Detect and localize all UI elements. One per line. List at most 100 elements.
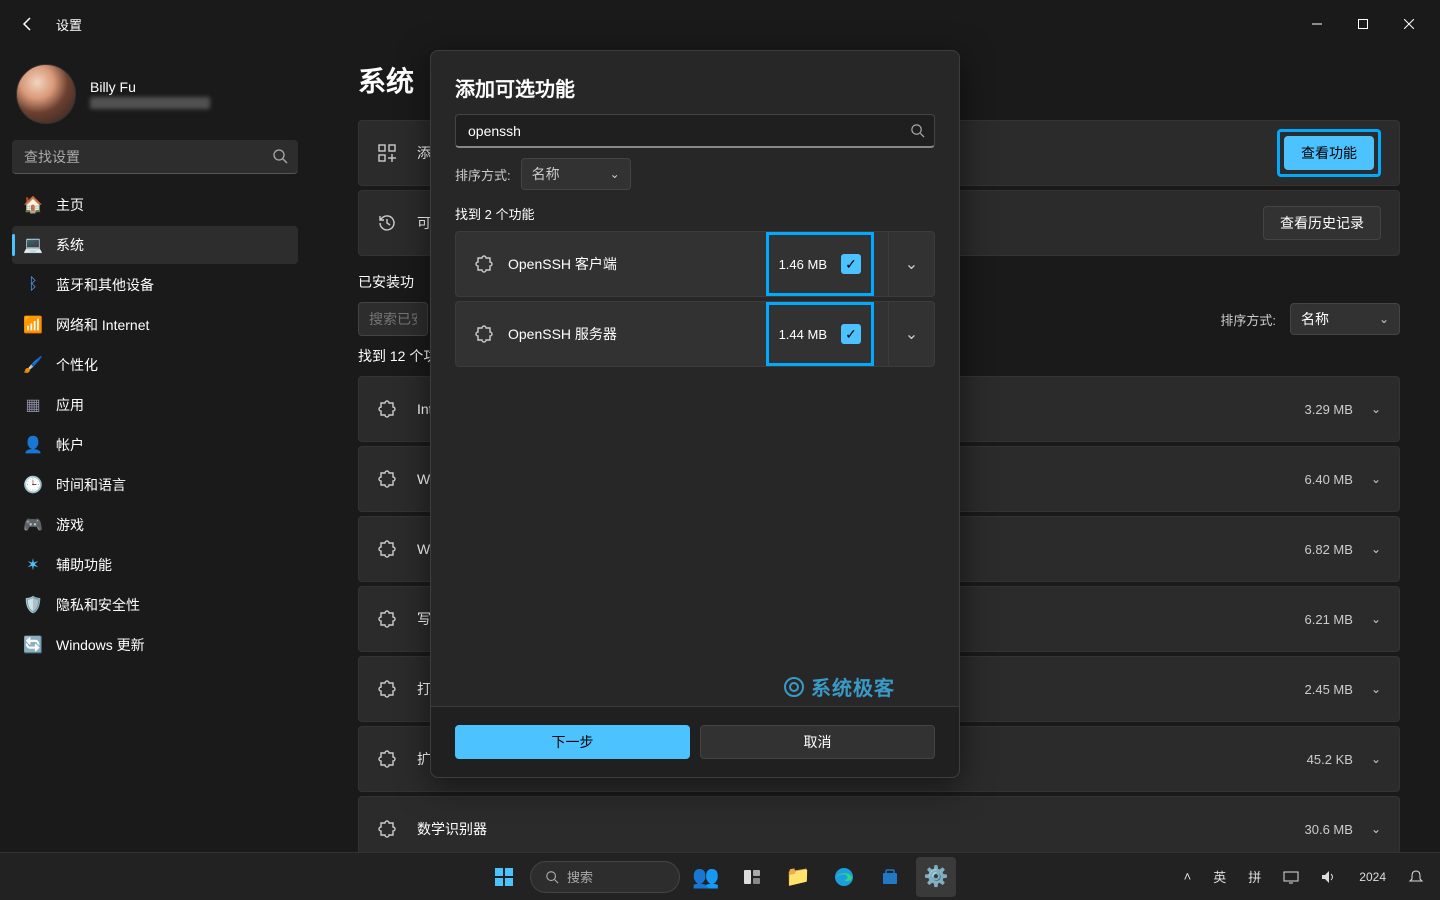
- sort-value: 名称: [1301, 309, 1329, 329]
- installed-feature-row[interactable]: 数学识别器 30.6 MB ⌄: [358, 796, 1400, 852]
- nav-item-应用[interactable]: ▦ 应用: [12, 386, 298, 424]
- chevron-down-icon: ⌄: [1371, 822, 1381, 836]
- nav-icon: 💻: [24, 236, 42, 254]
- minimize-button[interactable]: [1294, 8, 1340, 40]
- profile-email: [90, 97, 210, 109]
- cancel-button[interactable]: 取消: [700, 725, 935, 759]
- optional-feature-row[interactable]: OpenSSH 客户端 1.46 MB ✓ ⌄: [455, 231, 935, 297]
- network-icon[interactable]: [1277, 866, 1305, 888]
- view-history-button[interactable]: 查看历史记录: [1263, 206, 1381, 240]
- add-feature-label: 添: [417, 143, 431, 163]
- feature-name: 写: [417, 609, 431, 629]
- tray-chevron-icon[interactable]: ˄: [1178, 865, 1198, 888]
- nav-label: 游戏: [56, 515, 84, 535]
- settings-icon[interactable]: ⚙️: [916, 857, 956, 897]
- search-icon: [910, 123, 925, 138]
- chevron-down-icon: ⌄: [1371, 682, 1381, 696]
- add-feature-dialog: 添加可选功能 排序方式: 名称 ⌄ 找到 2 个功能 OpenSSH 客户端 1…: [430, 50, 960, 778]
- clock[interactable]: 2024: [1353, 866, 1392, 888]
- sidebar-search-input[interactable]: [12, 140, 298, 174]
- nav-label: 个性化: [56, 355, 98, 375]
- nav-item-网络和 Internet[interactable]: 📶网络和 Internet: [12, 306, 298, 344]
- dialog-search-input[interactable]: [455, 114, 935, 148]
- dialog-sort-dropdown[interactable]: 名称 ⌄: [521, 158, 631, 190]
- nav-icon: 🕒: [24, 476, 42, 494]
- installed-search-input[interactable]: [358, 302, 428, 336]
- nav-label: 主页: [56, 195, 84, 215]
- nav-label: 系统: [56, 235, 84, 255]
- optional-feature-row[interactable]: OpenSSH 服务器 1.44 MB ✓ ⌄: [455, 301, 935, 367]
- feature-size: 30.6 MB: [1305, 822, 1353, 837]
- nav-item-Windows 更新[interactable]: 🔄Windows 更新: [12, 626, 298, 664]
- notifications-icon[interactable]: [1402, 865, 1430, 889]
- nav-icon: ▦: [24, 396, 42, 414]
- expand-button[interactable]: ⌄: [888, 232, 934, 296]
- edge-icon[interactable]: [824, 857, 864, 897]
- feature-size: 6.82 MB: [1305, 542, 1353, 557]
- nav-item-个性化[interactable]: 🖌️个性化: [12, 346, 298, 384]
- nav-icon: 🛡️: [24, 596, 42, 614]
- nav-label: 帐户: [56, 435, 84, 455]
- grid-plus-icon: [377, 143, 401, 163]
- puzzle-icon: [377, 399, 401, 419]
- nav-icon: 🎮: [24, 516, 42, 534]
- explorer-icon[interactable]: 📁: [778, 857, 818, 897]
- profile-block[interactable]: Billy Fu: [12, 56, 298, 140]
- nav-item-帐户[interactable]: 👤帐户: [12, 426, 298, 464]
- back-button[interactable]: [8, 4, 48, 44]
- nav-label: 蓝牙和其他设备: [56, 275, 154, 295]
- feature-name: W: [417, 541, 430, 557]
- puzzle-icon: [377, 819, 401, 839]
- nav-item-主页[interactable]: 🏠 主页: [12, 186, 298, 224]
- taskbar-search-label: 搜索: [567, 867, 593, 886]
- nav-item-蓝牙和其他设备[interactable]: ᛒ 蓝牙和其他设备: [12, 266, 298, 304]
- chevron-down-icon: ⌄: [1371, 402, 1381, 416]
- puzzle-icon: [377, 609, 401, 629]
- window-title: 设置: [56, 15, 82, 34]
- highlight-zone: 1.44 MB ✓: [766, 302, 874, 366]
- nav-label: 应用: [56, 395, 84, 415]
- feature-checkbox[interactable]: ✓: [841, 324, 861, 344]
- view-feature-button[interactable]: 查看功能: [1284, 136, 1374, 170]
- puzzle-icon: [377, 469, 401, 489]
- puzzle-icon: [377, 749, 401, 769]
- nav-item-游戏[interactable]: 🎮 游戏: [12, 506, 298, 544]
- close-button[interactable]: [1386, 8, 1432, 40]
- store-icon[interactable]: [870, 857, 910, 897]
- nav-label: Windows 更新: [56, 635, 145, 655]
- widgets-icon[interactable]: [732, 857, 772, 897]
- search-icon: [272, 148, 288, 164]
- start-button[interactable]: [484, 857, 524, 897]
- taskbar-search[interactable]: 搜索: [530, 861, 680, 893]
- history-icon: [377, 213, 401, 233]
- puzzle-icon: [377, 679, 401, 699]
- ime-mode[interactable]: 拼: [1242, 863, 1267, 890]
- nav-icon: ᛒ: [24, 276, 42, 294]
- task-view-icon[interactable]: 👥: [686, 857, 726, 897]
- nav-item-隐私和安全性[interactable]: 🛡️隐私和安全性: [12, 586, 298, 624]
- avatar: [16, 64, 76, 124]
- nav-item-系统[interactable]: 💻 系统: [12, 226, 298, 264]
- chevron-down-icon: ⌄: [1371, 752, 1381, 766]
- next-button[interactable]: 下一步: [455, 725, 690, 759]
- nav-item-时间和语言[interactable]: 🕒 时间和语言: [12, 466, 298, 504]
- feature-size: 2.45 MB: [1305, 682, 1353, 697]
- highlight-view-feature: 查看功能: [1277, 129, 1381, 177]
- chevron-down-icon: ⌄: [610, 167, 620, 181]
- highlight-zone: 1.46 MB ✓: [766, 232, 874, 296]
- dialog-sort-label: 排序方式:: [455, 165, 511, 184]
- nav-label: 时间和语言: [56, 475, 126, 495]
- volume-icon[interactable]: [1315, 866, 1343, 888]
- sort-dropdown[interactable]: 名称 ⌄: [1290, 303, 1400, 335]
- maximize-button[interactable]: [1340, 8, 1386, 40]
- feature-size: 45.2 KB: [1307, 752, 1353, 767]
- ime-lang[interactable]: 英: [1207, 863, 1232, 890]
- nav-icon: 🏠: [24, 196, 42, 214]
- feature-checkbox[interactable]: ✓: [841, 254, 861, 274]
- nav-item-辅助功能[interactable]: ✶辅助功能: [12, 546, 298, 584]
- expand-button[interactable]: ⌄: [888, 302, 934, 366]
- feature-name: 打: [417, 679, 431, 699]
- nav-label: 辅助功能: [56, 555, 112, 575]
- dialog-title: 添加可选功能: [455, 73, 935, 102]
- puzzle-icon: [474, 324, 494, 344]
